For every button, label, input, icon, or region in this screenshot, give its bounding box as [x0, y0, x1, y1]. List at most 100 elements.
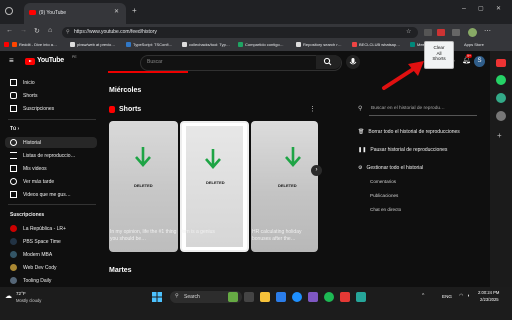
taskbar-search-label: Search — [184, 294, 200, 300]
sidebar-item-watch-later[interactable]: Ver más tarde — [10, 178, 54, 185]
input-underline — [369, 115, 477, 116]
sidebar-item-liked[interactable]: Videos que me gus… — [10, 191, 71, 198]
clear-shorts-extension-icon[interactable] — [437, 29, 445, 36]
clock-date[interactable]: 2/23/2025 — [480, 297, 499, 302]
taskbar — [0, 287, 512, 320]
browser-tabstrip: (9) YouTube ✕ + – ▢ ✕ — [0, 0, 512, 24]
sidebar-item-subscriptions[interactable]: Suscripciones — [10, 105, 54, 112]
sidebar-item-playlists[interactable]: Listas de reproduccio… — [10, 152, 76, 159]
tray-chevron-icon[interactable]: ^ — [422, 293, 424, 299]
browser-tab[interactable]: (9) YouTube ✕ — [24, 3, 126, 24]
bookmark-item[interactable]: Reddit - Dive into a… — [12, 42, 57, 47]
add-icon[interactable]: + — [497, 131, 502, 140]
down-arrow-icon — [285, 147, 301, 167]
comments-link[interactable]: Comentarios — [370, 179, 396, 184]
search-input[interactable]: Buscar — [147, 59, 163, 65]
sidebar-item-label: Historial — [23, 140, 42, 146]
next-arrow-button[interactable]: › — [311, 165, 322, 176]
short-caption[interactable]: fern is a genius — [181, 229, 247, 236]
profile-icon[interactable] — [5, 7, 13, 15]
search-button[interactable] — [316, 55, 341, 69]
button-label: Pausar historial de reproducciones — [370, 147, 448, 153]
posts-link[interactable]: Publicaciones — [370, 193, 398, 198]
spotify-icon[interactable] — [324, 292, 334, 302]
button-label: Gestionar todo el historial — [366, 165, 424, 171]
extension-icon[interactable] — [424, 29, 432, 36]
subscription-item[interactable]: Tooling Daily — [10, 277, 51, 284]
back-icon[interactable]: ← — [6, 27, 13, 34]
bookmark-item[interactable]: collechacks/tool: Typ… — [182, 42, 230, 47]
voice-search-button[interactable] — [346, 55, 360, 69]
reload-icon[interactable]: ↻ — [34, 27, 40, 35]
taskbar-app-icon[interactable] — [276, 292, 286, 302]
weather-icon[interactable]: ☁ — [5, 292, 12, 300]
subscription-item[interactable]: Web Dev Cody — [10, 264, 57, 271]
forward-icon[interactable]: → — [20, 27, 27, 34]
weather-temp[interactable]: 72°F — [16, 291, 26, 296]
bookmark-item[interactable]: pbsw/web at previo… — [70, 42, 115, 47]
bookmark-item[interactable]: Apps Store — [464, 42, 484, 47]
youtube-logo-icon[interactable] — [25, 58, 35, 65]
weather-desc[interactable]: Mostly cloudy — [16, 298, 41, 303]
sidebar-item-shorts[interactable]: Shorts — [10, 92, 37, 99]
sidebar-item-history[interactable]: Historial — [10, 139, 41, 146]
browser-taskbar-icon[interactable] — [292, 292, 302, 302]
bookmark-item[interactable]: TypeScript: TSConfi… — [126, 42, 173, 47]
pause-history-button[interactable]: ❚❚ Pausar historial de reproducciones — [358, 147, 447, 153]
sidebar-item-home[interactable]: Inicio — [10, 79, 35, 86]
subscription-item[interactable]: La República - LR+ — [10, 225, 66, 232]
close-tab-icon[interactable]: ✕ — [114, 8, 119, 15]
taskbar-app-icon[interactable] — [356, 292, 366, 302]
browser-avatar[interactable] — [468, 28, 477, 37]
sidebar-item-label: Videos que me gus… — [23, 192, 71, 198]
windows-start-icon[interactable] — [152, 292, 162, 302]
search-box[interactable]: Buscar — [140, 55, 342, 71]
close-window-icon[interactable]: ✕ — [496, 5, 501, 12]
bookmark-item[interactable]: Compartido contigo… — [238, 42, 284, 47]
task-view-icon[interactable] — [244, 292, 254, 302]
youtube-logo-text[interactable]: YouTube — [37, 57, 64, 64]
wifi-icon[interactable]: ◠ — [459, 293, 463, 299]
history-search-input[interactable]: Buscar en el historial de reprodu… — [371, 106, 445, 111]
file-explorer-icon[interactable] — [260, 292, 270, 302]
notification-count-badge: 9+ — [466, 54, 472, 58]
clock-time[interactable]: 2:00:24 PM — [478, 290, 499, 295]
live-chat-link[interactable]: Chat en directo — [370, 207, 401, 212]
language-indicator[interactable]: ENG — [442, 294, 452, 299]
address-bar[interactable]: ⚲ https://www.youtube.com/feed/history ☆ — [62, 27, 418, 38]
bookmark-star-icon[interactable]: ☆ — [406, 28, 411, 35]
menu-dots-icon[interactable]: ⋯ — [484, 27, 491, 35]
more-options-icon[interactable]: ⋮ — [309, 105, 316, 113]
you-section-title[interactable]: Tú › — [10, 126, 19, 132]
bookmark-item[interactable]: Repository search r… — [296, 42, 342, 47]
volume-icon[interactable]: ◗ — [467, 293, 470, 299]
clear-all-history-button[interactable]: 🗑︎ Borrar todo el historial de reproducci… — [358, 129, 460, 135]
subscription-item[interactable]: Modern MBA — [10, 251, 52, 258]
short-caption[interactable]: HR calculating holiday bonuses after the… — [252, 229, 318, 243]
avatar[interactable]: S — [474, 56, 485, 67]
taskbar-app-icon[interactable] — [340, 292, 350, 302]
whatsapp-icon[interactable] — [496, 75, 506, 85]
home-icon[interactable]: ⌂ — [48, 27, 52, 34]
deleted-label: DELETED — [134, 183, 153, 188]
subscription-item[interactable]: PBS Space Time — [10, 238, 61, 245]
extensions-puzzle-icon[interactable] — [452, 29, 460, 36]
taskbar-app-icon[interactable] — [308, 292, 318, 302]
short-caption[interactable]: In my opinion, life the #1 thing you sho… — [110, 229, 178, 243]
new-tab-icon[interactable]: + — [132, 6, 137, 15]
sidebar-item-label: Inicio — [23, 80, 35, 86]
search-icon[interactable]: ⚲ — [358, 105, 362, 112]
sidebar-app-icon[interactable] — [496, 111, 506, 121]
maximize-icon[interactable]: ▢ — [478, 5, 484, 12]
bookmark-item[interactable]: BECLCLUB whatsap… — [352, 42, 400, 47]
minimize-icon[interactable]: – — [462, 5, 466, 12]
sidebar-app-icon[interactable] — [496, 93, 506, 103]
sidebar-item-my-videos[interactable]: Mis videos — [10, 165, 47, 172]
taskbar-app-icon[interactable] — [228, 292, 238, 302]
sidebar-app-icon[interactable] — [496, 59, 506, 67]
hamburger-menu-icon[interactable]: ≡ — [9, 57, 14, 65]
site-info-icon[interactable]: ⚲ — [66, 29, 70, 35]
bookmark-item[interactable] — [4, 42, 11, 47]
country-code: PE — [72, 55, 77, 59]
manage-history-button[interactable]: ⚙ Gestionar todo el historial — [358, 165, 423, 171]
